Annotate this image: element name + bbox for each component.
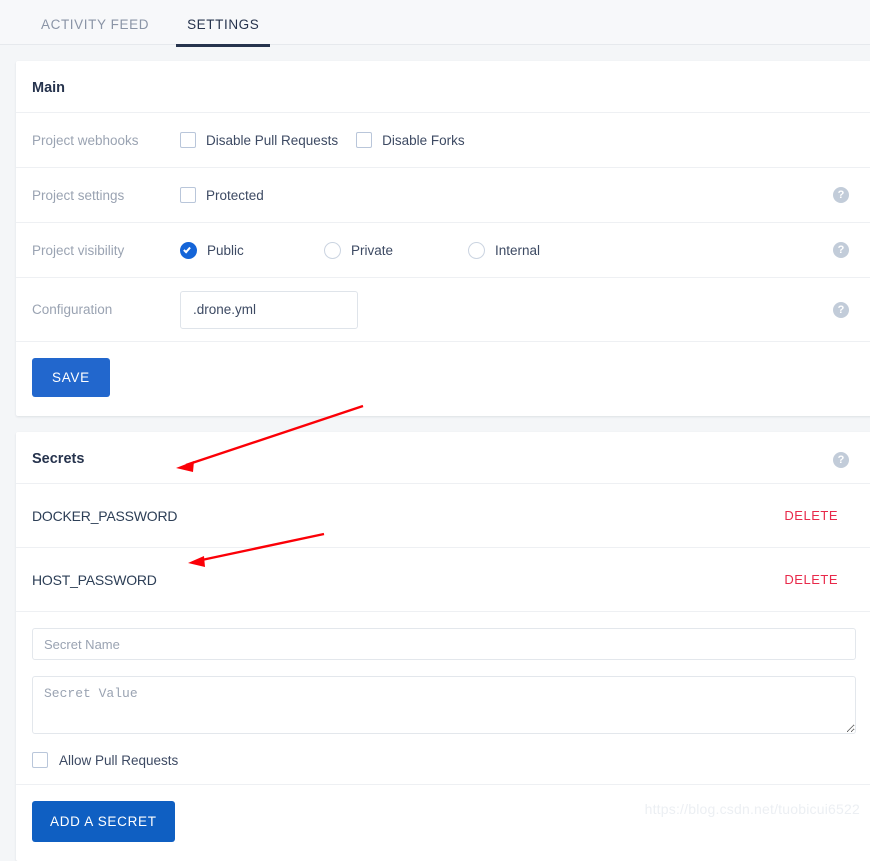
checkbox-box-icon[interactable]: [180, 132, 196, 148]
row-project-visibility: Project visibility Public Private Intern…: [16, 222, 870, 277]
checkbox-box-icon[interactable]: [32, 752, 48, 768]
secrets-actions: ADD A SECRET: [16, 784, 870, 861]
help-icon[interactable]: ?: [833, 452, 849, 468]
checkbox-disable-forks[interactable]: Disable Forks: [356, 132, 482, 148]
row-project-settings: Project settings Protected ?: [16, 167, 870, 222]
tab-activity-feed[interactable]: ACTIVITY FEED: [30, 0, 160, 47]
checkbox-label: Disable Pull Requests: [206, 132, 339, 148]
row-project-webhooks: Project webhooks Disable Pull Requests D…: [16, 112, 870, 167]
add-a-secret-button[interactable]: ADD A SECRET: [32, 801, 175, 842]
secret-value-textarea[interactable]: [32, 676, 856, 734]
main-actions: SAVE: [16, 341, 870, 416]
secret-name: HOST_PASSWORD: [32, 571, 157, 588]
fields-project-settings: Protected: [180, 187, 870, 203]
checkbox-disable-pull-requests[interactable]: Disable Pull Requests: [180, 132, 338, 148]
fields-project-webhooks: Disable Pull Requests Disable Forks: [180, 132, 870, 148]
checkbox-box-icon[interactable]: [356, 132, 373, 148]
radio-circle-icon[interactable]: [180, 241, 197, 259]
new-secret-form: [16, 611, 870, 734]
help-icon[interactable]: ?: [833, 242, 849, 258]
tab-settings[interactable]: SETTINGS: [176, 0, 271, 47]
radio-circle-icon[interactable]: [324, 241, 341, 259]
main-card-title: Main: [32, 80, 66, 96]
checkbox-label: Protected: [206, 187, 264, 203]
help-icon[interactable]: ?: [833, 301, 849, 318]
save-button[interactable]: SAVE: [32, 358, 110, 397]
main-card-header: Main: [16, 61, 870, 112]
secrets-card: Secrets ? DOCKER_PASSWORD DELETE HOST_PA…: [16, 432, 870, 861]
secret-list-item: DOCKER_PASSWORD DELETE: [16, 483, 870, 547]
checkbox-protected[interactable]: Protected: [180, 187, 306, 203]
watermark-text: https://blog.csdn.net/tuobicui6522: [644, 801, 860, 817]
secrets-card-title: Secrets: [32, 451, 85, 467]
checkbox-label: Allow Pull Requests: [59, 752, 179, 768]
radio-internal[interactable]: Internal: [468, 241, 594, 259]
secret-name: DOCKER_PASSWORD: [32, 507, 178, 524]
fields-project-visibility: Public Private Internal: [180, 241, 870, 259]
configuration-input[interactable]: [180, 290, 358, 329]
delete-secret-link[interactable]: DELETE: [784, 508, 838, 523]
main-settings-card: Main Project webhooks Disable Pull Reque…: [16, 61, 870, 416]
label-project-visibility: Project visibility: [32, 242, 125, 258]
radio-label: Internal: [495, 242, 541, 258]
label-project-settings: Project settings: [32, 187, 125, 203]
secret-name-input[interactable]: [32, 628, 856, 660]
allow-pull-requests-row: Allow Pull Requests: [16, 734, 870, 784]
tab-bar: ACTIVITY FEED SETTINGS: [0, 0, 870, 47]
checkbox-allow-pull-requests[interactable]: Allow Pull Requests: [32, 752, 178, 768]
secret-list-item: HOST_PASSWORD DELETE: [16, 547, 870, 611]
row-configuration: Configuration ?: [16, 277, 870, 341]
label-project-webhooks: Project webhooks: [32, 132, 139, 148]
checkbox-label: Disable Forks: [382, 132, 465, 148]
checkbox-box-icon[interactable]: [180, 187, 196, 203]
radio-public[interactable]: Public: [180, 241, 306, 259]
secrets-card-header: Secrets ?: [16, 432, 870, 483]
fields-configuration: [180, 290, 870, 329]
help-icon[interactable]: ?: [833, 187, 849, 203]
radio-label: Private: [351, 242, 394, 258]
radio-label: Public: [207, 242, 244, 258]
radio-private[interactable]: Private: [324, 241, 450, 259]
radio-circle-icon[interactable]: [468, 241, 485, 259]
delete-secret-link[interactable]: DELETE: [784, 572, 838, 587]
label-configuration: Configuration: [32, 302, 113, 317]
